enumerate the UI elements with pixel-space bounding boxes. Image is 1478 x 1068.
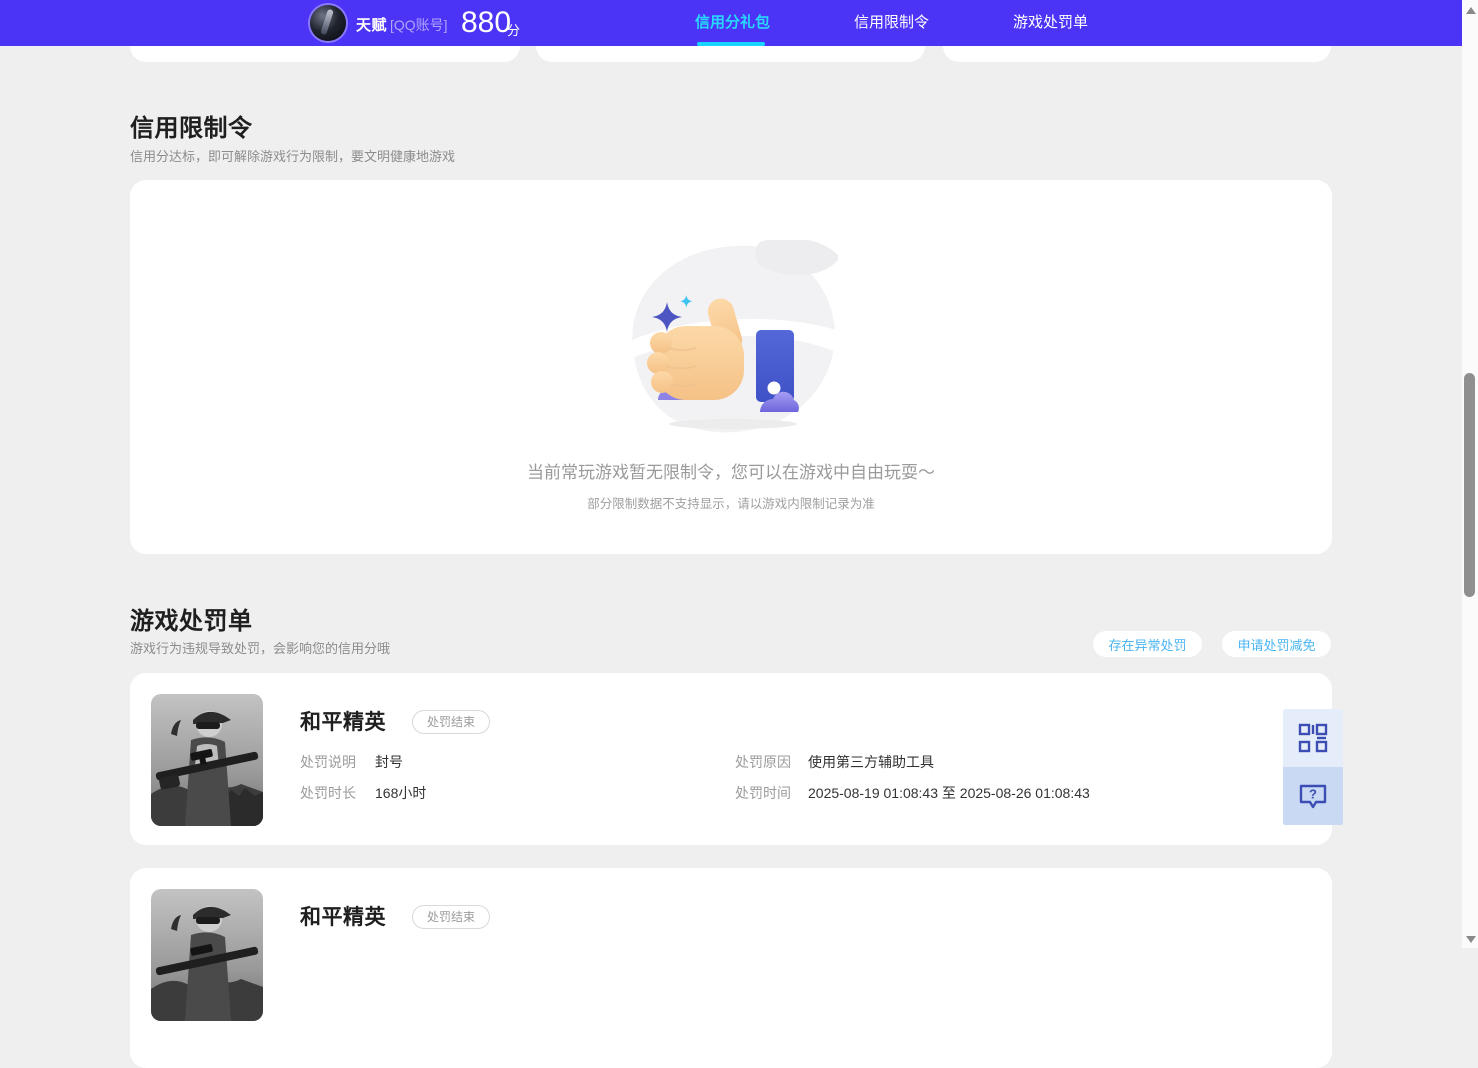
penalty-section-subtitle: 游戏行为违规导致处罚，会影响您的信用分哦 (130, 641, 391, 656)
field-label: 处罚说明 (300, 754, 356, 770)
restriction-section-title: 信用限制令 (130, 115, 253, 142)
tab-credit-gift[interactable]: 信用分礼包 (695, 0, 770, 46)
svg-text:?: ? (1309, 787, 1317, 802)
field-value: 168小时 (375, 785, 427, 801)
scrollbar[interactable] (1462, 0, 1478, 948)
game-cover-image (151, 889, 263, 1021)
penalty-card-1: 和平精英 处罚结束 处罚说明 封号 处罚原因 使用第三方辅助工具 处罚时长 16… (130, 673, 1332, 845)
tab-game-penalty[interactable]: 游戏处罚单 (1013, 0, 1088, 46)
tab-credit-restriction[interactable]: 信用限制令 (854, 0, 929, 46)
field-label: 处罚原因 (735, 754, 791, 770)
field-label: 处罚时长 (300, 785, 356, 801)
qr-code-icon (1298, 723, 1328, 753)
field-value: 2025-08-19 01:08:43 至 2025-08-26 01:08:4… (808, 785, 1090, 801)
thumbs-up-illustration (632, 240, 838, 433)
question-bubble-icon: ? (1299, 784, 1327, 809)
restriction-section-subtitle: 信用分达标，即可解除游戏行为限制，要文明健康地游戏 (130, 149, 456, 164)
game-cover-image (151, 694, 263, 826)
empty-state-message: 当前常玩游戏暂无限制令，您可以在游戏中自由玩耍～ (527, 463, 935, 482)
header-nav: 信用分礼包 信用限制令 游戏处罚单 (660, 0, 1088, 46)
penalty-reduction-button[interactable]: 申请处罚减免 (1222, 631, 1331, 657)
scrollbar-down-arrow[interactable] (1466, 936, 1476, 943)
field-label: 处罚时间 (735, 785, 791, 801)
empty-state-note: 部分限制数据不支持显示，请以游戏内限制记录为准 (587, 497, 875, 511)
scrollbar-thumb[interactable] (1464, 373, 1475, 597)
floating-side-panel: ? (1283, 709, 1343, 826)
credit-score-value: 880 (461, 6, 512, 39)
penalty-status-badge: 处罚结束 (412, 710, 491, 734)
scrollbar-up-arrow[interactable] (1466, 7, 1476, 14)
penalty-status-badge: 处罚结束 (412, 905, 491, 929)
credit-score-unit: 分 (507, 23, 521, 38)
help-feedback-button[interactable]: ? (1283, 767, 1343, 825)
avatar (310, 5, 346, 41)
game-title: 和平精英 (300, 906, 386, 929)
penalty-card-2: 和平精英 处罚结束 (130, 868, 1332, 1068)
account-type-label: [QQ账号] (390, 17, 448, 33)
qr-code-button[interactable] (1283, 709, 1343, 767)
penalty-section-title: 游戏处罚单 (130, 608, 253, 635)
restriction-empty-card: 当前常玩游戏暂无限制令，您可以在游戏中自由玩耍～ 部分限制数据不支持显示，请以游… (130, 180, 1332, 554)
game-title: 和平精英 (300, 711, 386, 734)
active-tab-indicator (697, 42, 765, 46)
user-name: 天赋 (356, 17, 388, 34)
abnormal-penalty-button[interactable]: 存在异常处罚 (1093, 631, 1202, 657)
field-value: 封号 (375, 754, 403, 770)
field-value: 使用第三方辅助工具 (808, 754, 934, 770)
